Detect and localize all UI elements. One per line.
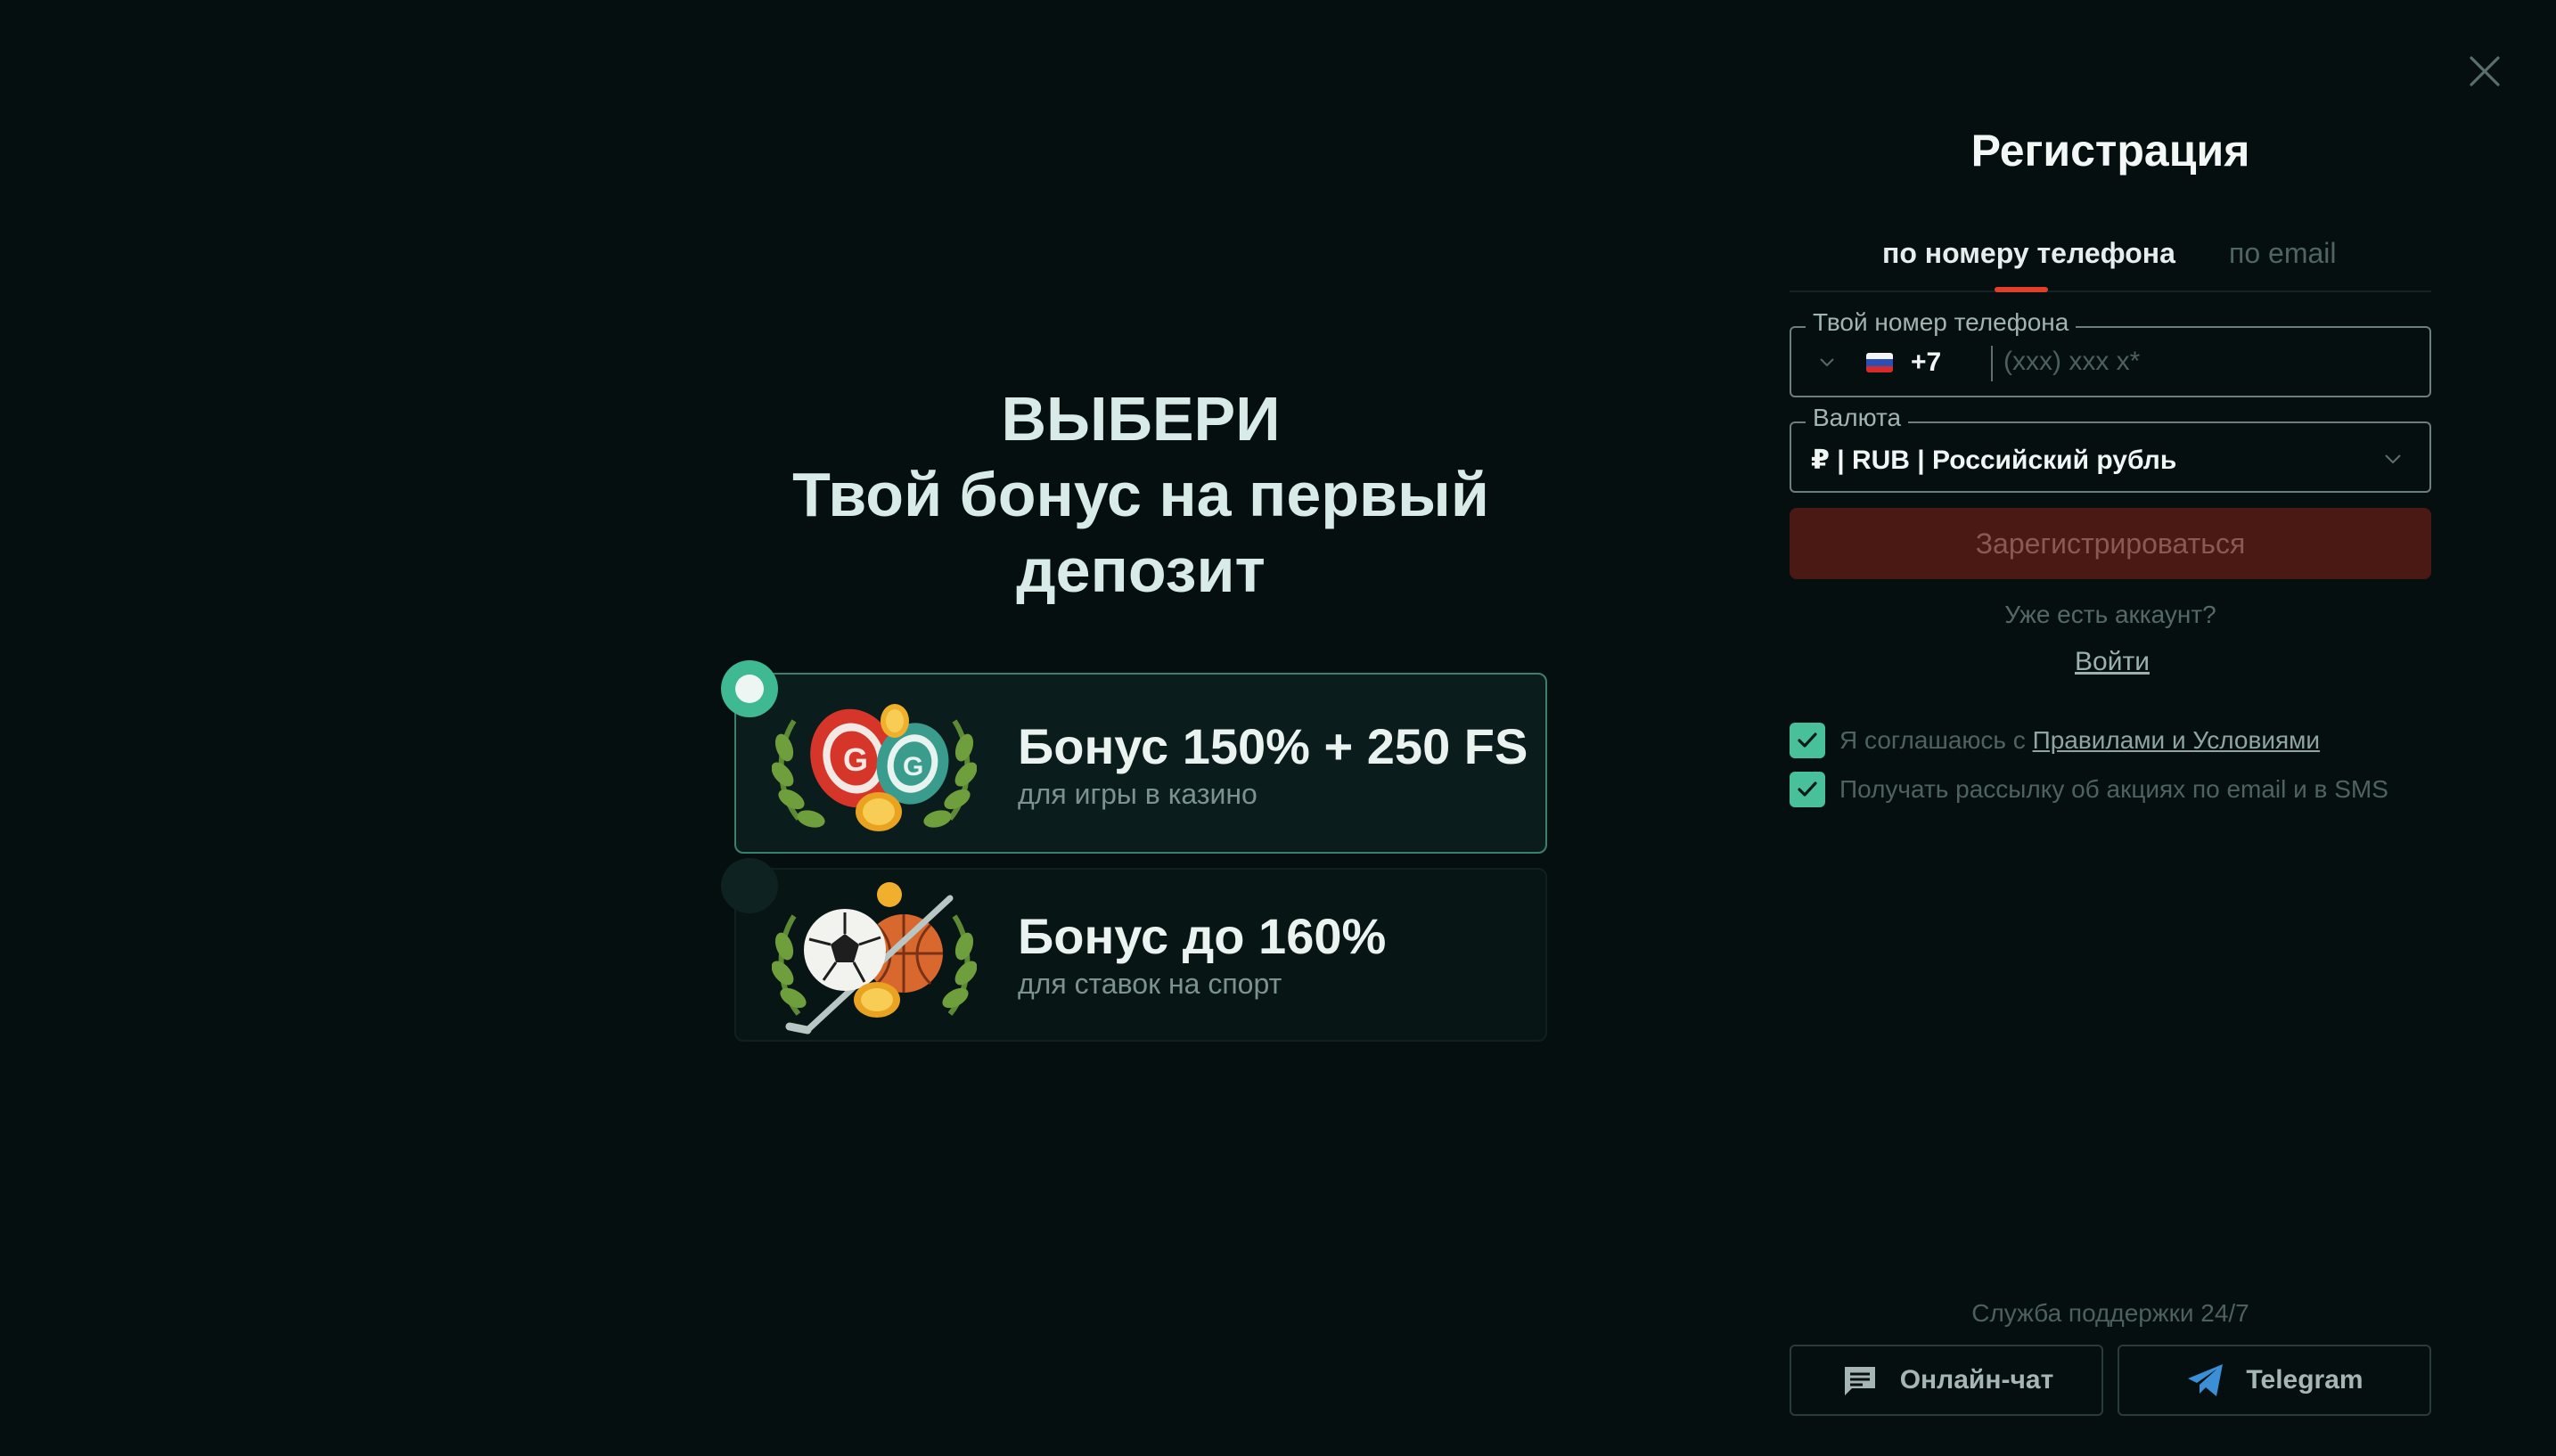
terms-link[interactable]: Правилами и Условиями <box>2033 726 2321 754</box>
sports-balls-icon <box>772 882 977 1035</box>
checkmark-icon <box>1798 781 1817 797</box>
heading-line-2: Твой бонус на первый <box>792 460 1489 529</box>
checkmark-icon <box>1798 732 1817 748</box>
bonus-subtitle: для ставок на спорт <box>1018 968 1282 1000</box>
terms-consent: Я соглашаюсь с Правилами и Условиями <box>1790 721 2431 758</box>
casino-chips-icon: G G <box>772 704 977 831</box>
phone-input[interactable] <box>2003 339 2413 385</box>
bonus-title: Бонус до 160% <box>1018 908 1387 964</box>
newsletter-checkbox[interactable] <box>1790 772 1825 807</box>
chevron-down-icon[interactable] <box>1816 351 1838 372</box>
close-icon <box>2470 56 2500 86</box>
bonus-heading: ВЫБЕРИ Твой бонус на первый депозит <box>731 381 1551 609</box>
telegram-button-content: Telegram <box>2119 1346 2429 1414</box>
bonus-subtitle: для игры в казино <box>1018 778 1258 810</box>
russia-flag-icon[interactable] <box>1866 353 1893 372</box>
currency-field-label: Валюта <box>1806 404 1909 432</box>
chevron-down-icon <box>2385 454 2401 464</box>
registration-title: Регистрация <box>1970 126 2250 176</box>
svg-text:G: G <box>843 741 868 778</box>
registration-panel: Регистрация по номеру телефона по email … <box>1790 0 2431 1456</box>
tab-email[interactable]: по email <box>2229 237 2336 270</box>
tab-phone[interactable]: по номеру телефона <box>1882 237 2175 270</box>
online-chat-button-content: Онлайн-чат <box>1791 1346 2101 1414</box>
telegram-button[interactable]: Telegram <box>2118 1345 2431 1416</box>
login-link[interactable]: Войти <box>2075 647 2150 677</box>
divider <box>1991 346 1993 381</box>
close-button[interactable] <box>2462 48 2508 94</box>
registration-tabs: по номеру телефона по email <box>1790 233 2431 292</box>
phone-field-label: Твой номер телефона <box>1806 308 2077 337</box>
chat-icon <box>1844 1367 1875 1395</box>
support-label: Служба поддержки 24/7 <box>1971 1299 2249 1327</box>
online-chat-label: Онлайн-чат <box>1899 1365 2054 1395</box>
telegram-label: Telegram <box>2246 1365 2363 1395</box>
newsletter-label: Получать рассылку об акциях по email и в… <box>1839 775 2388 803</box>
bonus-option-casino[interactable]: G G Бонус 150% + 250 FS для игры в казин… <box>721 660 1547 854</box>
heading-line-1: ВЫБЕРИ <box>1001 384 1281 454</box>
terms-checkbox[interactable] <box>1790 723 1825 758</box>
currency-select[interactable]: Валюта ₽ | RUB | Российский рубль <box>1790 404 2431 493</box>
bonus-radio[interactable] <box>721 858 778 913</box>
phone-field: Твой номер телефона +7 <box>1790 308 2431 397</box>
register-button[interactable]: Зарегистрироваться <box>1790 508 2431 579</box>
terms-label: Я соглашаюсь с Правилами и Условиями <box>1839 726 2320 755</box>
country-code: +7 <box>1911 348 1942 377</box>
bonus-title: Бонус 150% + 250 FS <box>1018 718 1528 774</box>
newsletter-consent: Получать рассылку об акциях по email и в… <box>1790 770 2431 807</box>
heading-line-3: депозит <box>1016 536 1266 605</box>
have-account-text: Уже есть аккаунт? <box>2004 601 2216 628</box>
terms-prefix: Я соглашаюсь с <box>1839 726 2033 754</box>
online-chat-button[interactable]: Онлайн-чат <box>1790 1345 2103 1416</box>
telegram-icon <box>2188 1364 2224 1396</box>
svg-text:G: G <box>903 752 923 781</box>
currency-value: ₽ | RUB | Российский рубль <box>1811 446 2177 475</box>
registration-modal: ВЫБЕРИ Твой бонус на первый депозит G G … <box>0 0 2556 1456</box>
active-tab-indicator <box>1995 287 2048 292</box>
bonus-option-sport[interactable]: Бонус до 160% для ставок на спорт <box>721 858 1547 1042</box>
bonus-radio-selected[interactable] <box>721 660 778 717</box>
